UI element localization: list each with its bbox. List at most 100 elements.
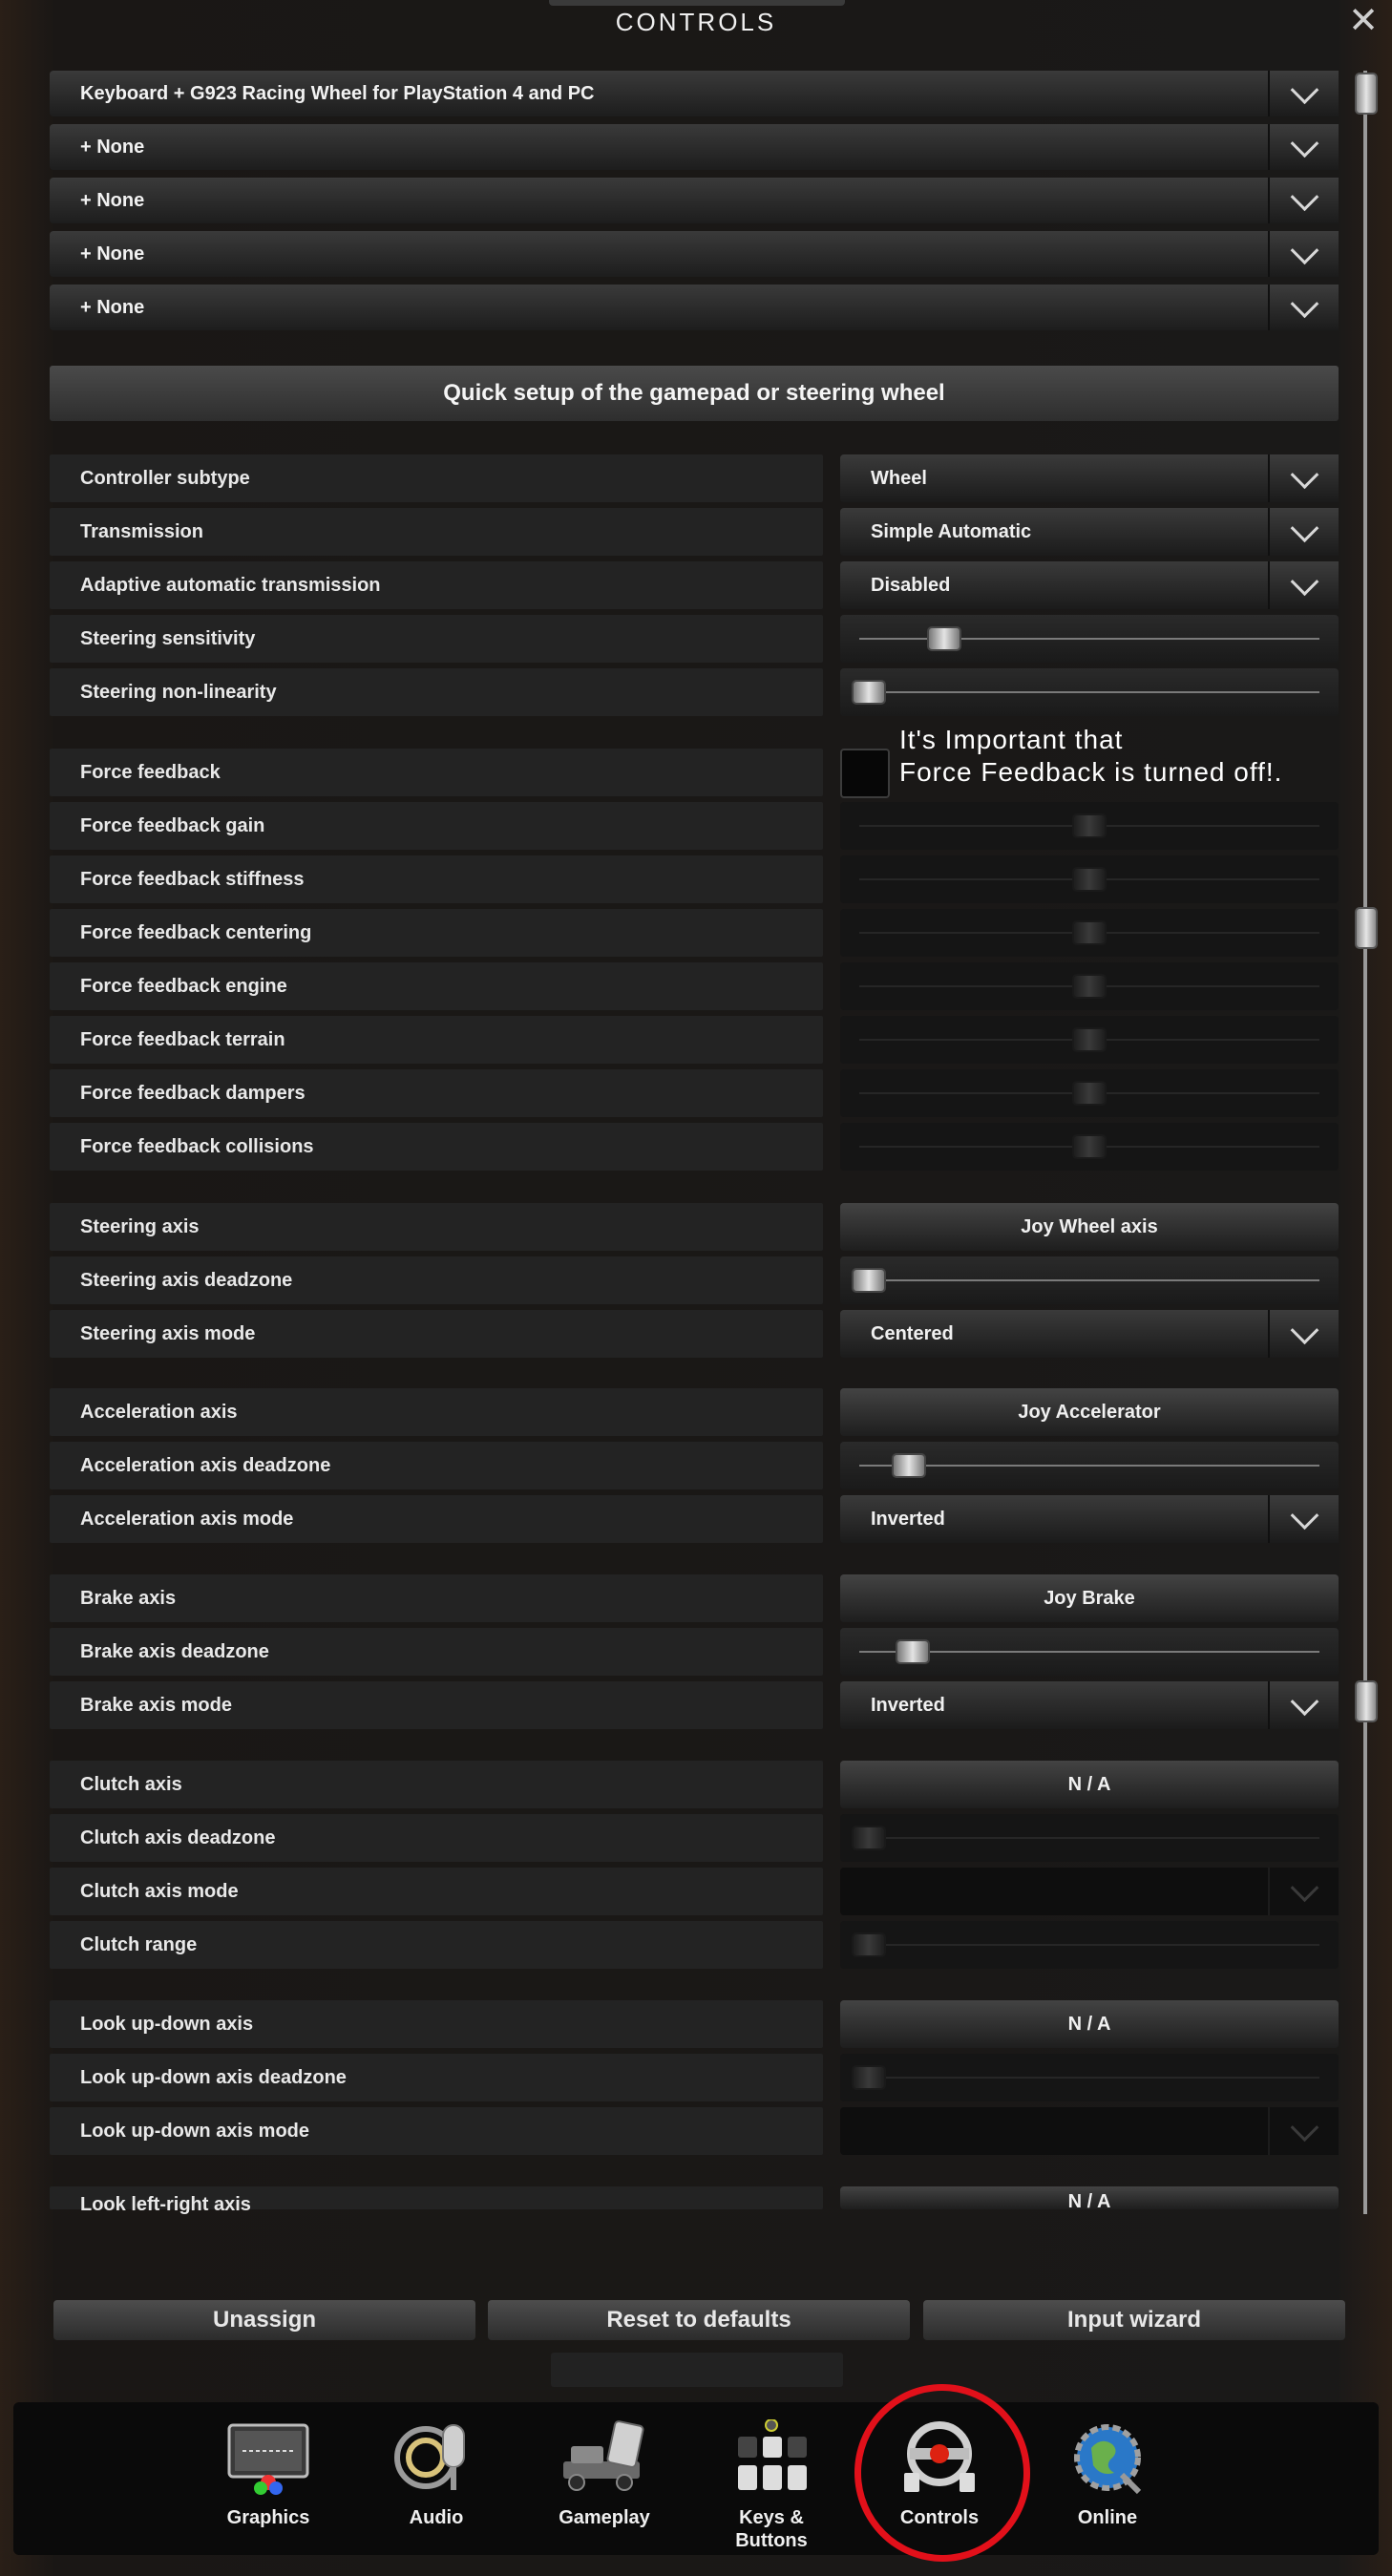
slider-handle[interactable] <box>891 1453 926 1478</box>
chevron-down-icon[interactable] <box>1268 231 1339 277</box>
chevron-down-icon[interactable] <box>1268 561 1339 609</box>
label-text: Brake axis mode <box>80 1695 232 1716</box>
quick-setup-header: Quick setup of the gamepad or steering w… <box>50 366 1339 421</box>
device-select-3[interactable]: + None <box>50 178 1339 223</box>
tab-keys-buttons[interactable]: Keys & Buttons <box>690 2406 853 2551</box>
label-text: Steering axis mode <box>80 1323 256 1344</box>
device-select-2[interactable]: + None <box>50 124 1339 170</box>
tab-audio[interactable]: Audio <box>355 2406 517 2549</box>
row-label: Acceleration axis deadzone <box>50 1442 823 1489</box>
slider-handle <box>852 2065 886 2090</box>
acceleration-axis-button[interactable]: Joy Accelerator <box>840 1388 1339 1436</box>
ff-terrain-slider <box>840 1016 1339 1064</box>
row-label: Steering axis deadzone <box>50 1256 823 1304</box>
slider-handle <box>1072 813 1107 838</box>
label-text: Clutch axis deadzone <box>80 1827 276 1848</box>
tab-graphics[interactable]: Graphics <box>187 2406 349 2549</box>
steering-mode-select[interactable]: Centered <box>840 1310 1339 1358</box>
chevron-down-icon[interactable] <box>1268 454 1339 502</box>
slider-handle[interactable] <box>852 680 886 705</box>
device-label: + None <box>80 190 145 211</box>
brake-mode-select[interactable]: Inverted <box>840 1681 1339 1729</box>
chevron-down-icon[interactable] <box>1268 1310 1339 1358</box>
row-label: Look up-down axis deadzone <box>50 2054 823 2101</box>
input-wizard-button[interactable]: Input wizard <box>923 2300 1345 2340</box>
reset-defaults-button[interactable]: Reset to defaults <box>488 2300 910 2340</box>
slider-handle[interactable] <box>926 626 961 651</box>
controls-list: Keyboard + G923 Racing Wheel for PlaySta… <box>29 59 1351 2246</box>
row-label: Force feedback <box>50 749 823 796</box>
tab-online[interactable]: Online <box>1026 2406 1189 2549</box>
row-label: Steering non-linearity <box>50 668 823 716</box>
device-select-5[interactable]: + None <box>50 285 1339 330</box>
annotation-note: It's Important that Force Feedback is tu… <box>899 725 1283 787</box>
row-label: Acceleration axis mode <box>50 1495 823 1543</box>
slider-handle <box>1072 920 1107 945</box>
clutch-axis-button[interactable]: N / A <box>840 1761 1339 1808</box>
device-label: + None <box>80 297 145 318</box>
adaptive-transmission-select[interactable]: Disabled <box>840 561 1339 609</box>
tab-label: Graphics <box>226 2507 310 2528</box>
chevron-down-icon[interactable] <box>1268 178 1339 223</box>
chevron-down-icon[interactable] <box>1268 508 1339 556</box>
globe-icon <box>1065 2419 1150 2496</box>
monitor-icon <box>225 2419 311 2496</box>
slider-handle <box>1072 974 1107 999</box>
tab-label: Audio <box>409 2507 464 2528</box>
close-icon[interactable]: ✕ <box>1346 3 1381 39</box>
label-text: Steering axis deadzone <box>80 1270 293 1291</box>
slider-track <box>859 1837 1319 1839</box>
row-label: Look up-down axis <box>50 2000 823 2048</box>
row-label: Brake axis deadzone <box>50 1628 823 1676</box>
scrollbar-track[interactable] <box>1363 71 1367 2214</box>
row-label: Steering axis mode <box>50 1310 823 1358</box>
scrollbar-thumb-mid[interactable] <box>1355 907 1378 949</box>
steering-axis-button[interactable]: Joy Wheel axis <box>840 1203 1339 1251</box>
chevron-down-icon[interactable] <box>1268 1495 1339 1543</box>
row-label: Force feedback centering <box>50 909 823 957</box>
look-up-down-axis-button[interactable]: N / A <box>840 2000 1339 2048</box>
truck-icon <box>561 2419 647 2496</box>
controller-subtype-select[interactable]: Wheel <box>840 454 1339 502</box>
slider-handle[interactable] <box>896 1639 931 1664</box>
device-label: Keyboard + G923 Racing Wheel for PlaySta… <box>80 83 595 104</box>
ff-stiffness-slider <box>840 855 1339 903</box>
label-text: Look left-right axis <box>80 2194 251 2215</box>
acceleration-mode-select[interactable]: Inverted <box>840 1495 1339 1543</box>
chevron-down-icon[interactable] <box>1268 1681 1339 1729</box>
row-label: Clutch axis deadzone <box>50 1814 823 1862</box>
label-text: Adaptive automatic transmission <box>80 575 381 596</box>
tab-gameplay[interactable]: Gameplay <box>523 2406 685 2549</box>
row-label: Force feedback dampers <box>50 1069 823 1117</box>
label-text: Brake axis deadzone <box>80 1641 269 1662</box>
scrollbar-thumb-lower[interactable] <box>1355 1680 1378 1722</box>
unassign-button[interactable]: Unassign <box>53 2300 475 2340</box>
brake-deadzone-slider[interactable] <box>840 1628 1339 1676</box>
row-label: Transmission <box>50 508 823 556</box>
label-text: Force feedback collisions <box>80 1136 314 1157</box>
steering-nonlinearity-slider[interactable] <box>840 668 1339 716</box>
row-label: Force feedback collisions <box>50 1123 823 1171</box>
chevron-down-icon[interactable] <box>1268 285 1339 330</box>
steering-deadzone-slider[interactable] <box>840 1256 1339 1304</box>
scrollbar-thumb[interactable] <box>1355 73 1378 115</box>
label-text: Force feedback <box>80 762 221 783</box>
ff-collisions-slider <box>840 1123 1339 1171</box>
acceleration-deadzone-slider[interactable] <box>840 1442 1339 1489</box>
look-left-right-axis-button[interactable]: N / A <box>840 2186 1339 2209</box>
transmission-select[interactable]: Simple Automatic <box>840 508 1339 556</box>
force-feedback-checkbox[interactable] <box>840 749 890 798</box>
label-text: Look up-down axis <box>80 2014 254 2035</box>
chevron-down-icon[interactable] <box>1268 71 1339 116</box>
chevron-down-icon[interactable] <box>1268 124 1339 170</box>
steering-sensitivity-slider[interactable] <box>840 615 1339 663</box>
dock-handle <box>551 2353 843 2387</box>
slider-handle[interactable] <box>852 1268 886 1293</box>
title-tab-edge <box>549 0 845 6</box>
device-select-1[interactable]: Keyboard + G923 Racing Wheel for PlaySta… <box>50 71 1339 116</box>
row-label: Force feedback terrain <box>50 1016 823 1064</box>
row-label: Clutch range <box>50 1921 823 1969</box>
brake-axis-button[interactable]: Joy Brake <box>840 1574 1339 1622</box>
device-select-4[interactable]: + None <box>50 231 1339 277</box>
label-text: Acceleration axis deadzone <box>80 1455 331 1476</box>
